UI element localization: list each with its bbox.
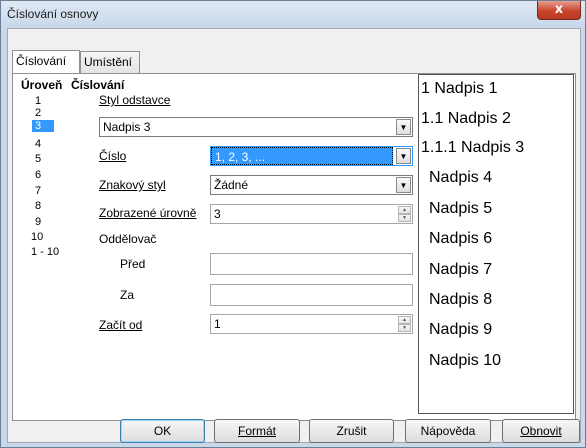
- char-style-label: Znakový styl: [99, 178, 166, 192]
- level-item-all[interactable]: 1 - 10: [31, 246, 59, 258]
- number-select[interactable]: 1, 2, 3, ... ▼: [210, 146, 413, 166]
- before-input[interactable]: [210, 253, 413, 275]
- ok-button[interactable]: OK: [120, 419, 205, 443]
- preview-line-5: Nadpis 5: [429, 200, 493, 217]
- help-button[interactable]: Nápověda: [405, 419, 491, 443]
- start-at-label: Začít od: [99, 318, 143, 332]
- spin-up-icon[interactable]: ▲: [398, 316, 411, 324]
- tab-numbering[interactable]: Číslování: [12, 50, 80, 73]
- level-item-10[interactable]: 10: [31, 231, 43, 243]
- preview-line-3: 1.1.1 Nadpis 3: [421, 139, 525, 156]
- before-label: Před: [120, 257, 146, 271]
- paragraph-style-value: Nadpis 3: [103, 120, 151, 134]
- spin-arrows-icon[interactable]: ▲ ▼: [398, 316, 411, 332]
- show-levels-value: 3: [214, 207, 221, 221]
- level-item-7[interactable]: 7: [35, 185, 41, 197]
- window-title: Číslování osnovy: [7, 7, 99, 21]
- level-item-3[interactable]: 3: [32, 120, 54, 132]
- chevron-down-icon[interactable]: ▼: [396, 148, 411, 164]
- level-item-8[interactable]: 8: [35, 200, 41, 212]
- level-heading: Úroveň: [21, 78, 63, 92]
- preview-line-4: Nadpis 4: [429, 169, 493, 186]
- number-value: 1, 2, 3, ...: [211, 147, 393, 165]
- preview-line-1: 1 Nadpis 1: [421, 80, 498, 97]
- reset-button[interactable]: Obnovit: [502, 419, 580, 443]
- preview-line-6: Nadpis 6: [429, 230, 493, 247]
- level-item-9[interactable]: 9: [35, 216, 41, 228]
- chevron-down-icon[interactable]: ▼: [396, 177, 411, 193]
- separator-label: Oddělovač: [99, 232, 157, 246]
- show-levels-label: Zobrazené úrovně: [99, 206, 197, 220]
- level-item-5[interactable]: 5: [35, 153, 41, 165]
- tab-numbering-label: Číslování: [16, 54, 67, 68]
- chevron-down-icon[interactable]: ▼: [396, 119, 411, 135]
- level-item-2[interactable]: 2: [35, 107, 41, 119]
- format-button[interactable]: Formát: [214, 419, 300, 443]
- char-style-value: Žádné: [214, 178, 249, 192]
- char-style-select[interactable]: Žádné ▼: [210, 175, 413, 195]
- preview-line-7: Nadpis 7: [429, 261, 493, 278]
- preview-line-8: Nadpis 8: [429, 291, 493, 308]
- paragraph-style-select[interactable]: Nadpis 3 ▼: [99, 117, 413, 137]
- level-item-6[interactable]: 6: [35, 169, 41, 181]
- level-item-1[interactable]: 1: [35, 95, 41, 107]
- format-button-label: Formát: [237, 424, 276, 438]
- spin-down-icon[interactable]: ▼: [398, 324, 411, 332]
- dialog-body: Číslování Umístění Úroveň 1 2 3 4 5 6 7 …: [7, 28, 581, 443]
- spin-up-icon[interactable]: ▲: [398, 206, 411, 214]
- start-at-value: 1: [214, 317, 221, 331]
- spin-down-icon[interactable]: ▼: [398, 214, 411, 222]
- show-levels-spinner[interactable]: 3 ▲ ▼: [210, 204, 413, 224]
- title-bar[interactable]: Číslování osnovy x: [1, 1, 585, 27]
- dialog-window: Číslování osnovy x Číslování Umístění Úr…: [0, 0, 586, 448]
- after-label: Za: [120, 288, 135, 302]
- preview-line-10: Nadpis 10: [429, 352, 502, 369]
- close-button[interactable]: x: [537, 1, 581, 20]
- cancel-button[interactable]: Zrušit: [309, 419, 394, 443]
- level-item-4[interactable]: 4: [35, 138, 41, 150]
- tab-position[interactable]: Umístění: [80, 51, 140, 73]
- spin-arrows-icon[interactable]: ▲ ▼: [398, 206, 411, 222]
- reset-button-label: Obnovit: [520, 424, 562, 438]
- numbering-heading: Číslování: [71, 78, 125, 92]
- start-at-spinner[interactable]: 1 ▲ ▼: [210, 314, 413, 334]
- number-label: Číslo: [99, 149, 127, 163]
- outline-preview: 1 Nadpis 1 1.1 Nadpis 2 1.1.1 Nadpis 3 N…: [418, 74, 574, 414]
- preview-line-2: 1.1 Nadpis 2: [421, 110, 511, 127]
- preview-line-9: Nadpis 9: [429, 321, 493, 338]
- after-input[interactable]: [210, 284, 413, 306]
- close-icon: x: [554, 2, 564, 17]
- tab-position-label: Umístění: [84, 55, 133, 69]
- paragraph-style-label: Styl odstavce: [99, 93, 171, 107]
